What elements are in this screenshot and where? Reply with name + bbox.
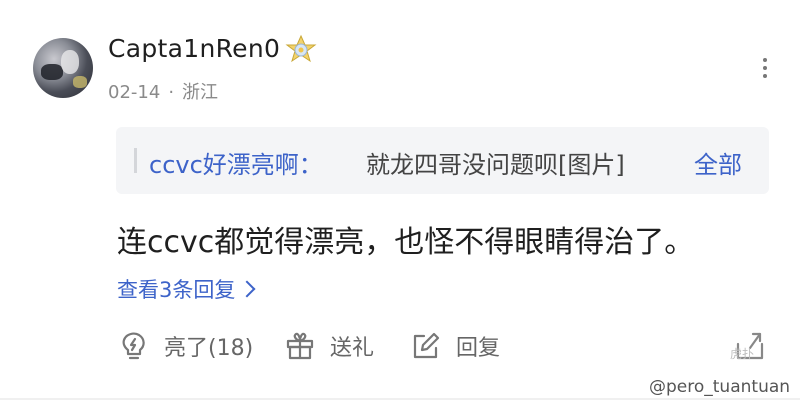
quoted-comment[interactable]: ccvc好漂亮啊： 就龙四哥没问题呗[图片] 全部 xyxy=(116,127,769,194)
lightbulb-icon xyxy=(122,332,145,360)
like-button[interactable]: 亮了(18) xyxy=(118,328,253,364)
reply-label: 回复 xyxy=(456,336,501,361)
edit-reply-icon xyxy=(413,332,440,359)
reply-button[interactable]: 回复 xyxy=(410,328,500,364)
like-label: 亮了(18) xyxy=(164,336,254,361)
quote-text: 就龙四哥没问题呗[图片] xyxy=(366,151,625,179)
meta-separator: · xyxy=(168,82,175,103)
quote-author[interactable]: ccvc好漂亮啊： xyxy=(149,145,323,180)
comment-location: 浙江 xyxy=(182,82,219,103)
quote-expand-link[interactable]: 全部 xyxy=(694,145,742,180)
avatar[interactable] xyxy=(33,38,93,98)
view-replies-label: 查看3条回复 xyxy=(117,278,236,302)
view-replies-link[interactable]: 查看3条回复 xyxy=(117,274,256,304)
more-options-button[interactable] xyxy=(753,54,777,86)
quote-bar xyxy=(134,148,137,173)
username[interactable]: Capta1nRen0 xyxy=(108,34,280,63)
watermark-logo: 虎扑 xyxy=(730,347,755,361)
level-badge-icon xyxy=(285,34,317,63)
gift-icon xyxy=(286,332,314,360)
chevron-right-icon xyxy=(238,280,256,298)
more-vertical-icon xyxy=(763,58,767,62)
gift-label: 送礼 xyxy=(330,336,375,361)
comment-content: 连ccvc都觉得漂亮，也怪不得眼睛得治了。 xyxy=(117,225,695,260)
comment-meta: 02-14 · 浙江 xyxy=(108,78,218,104)
divider xyxy=(0,398,800,400)
watermark-handle: @pero_tuantuan xyxy=(649,377,791,397)
comment-date: 02-14 xyxy=(108,82,161,103)
gift-button[interactable]: 送礼 xyxy=(284,328,374,364)
